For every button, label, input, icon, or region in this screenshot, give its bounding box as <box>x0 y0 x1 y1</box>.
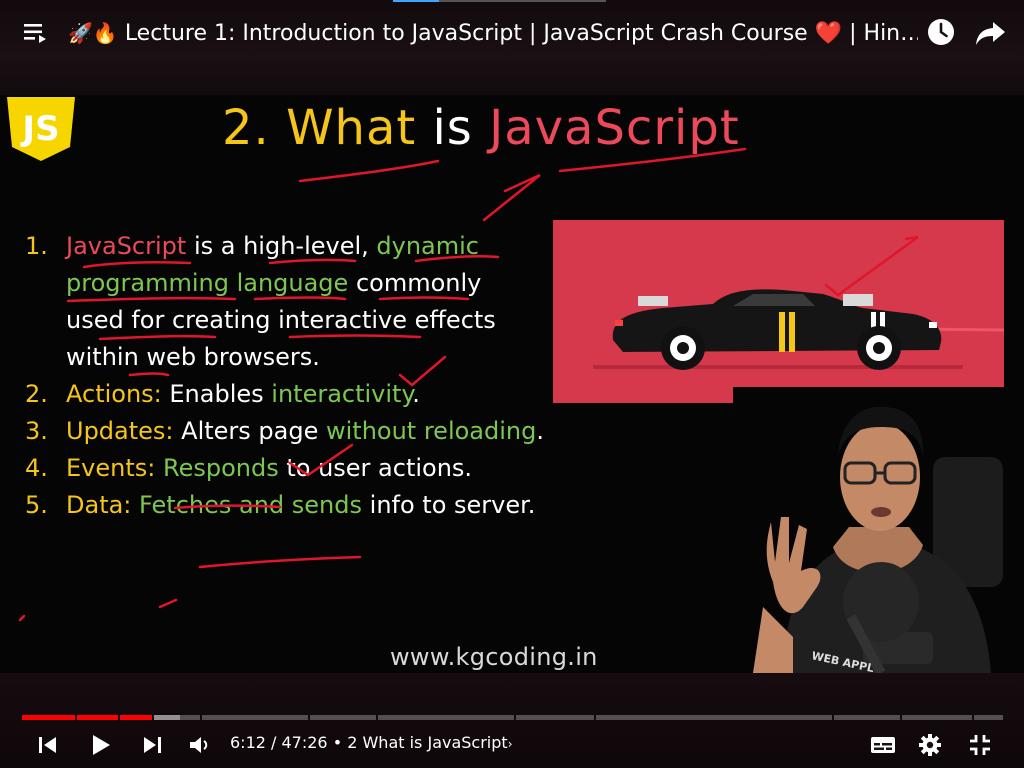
point-text: JavaScript is a high-level, dynamic prog… <box>66 232 496 371</box>
time-display[interactable]: 6:12 / 47:26 • 2 What is JavaScript› <box>230 731 513 756</box>
presenter-webcam: WEB APPL <box>733 387 1024 673</box>
chevron-right-icon[interactable]: › <box>508 737 513 751</box>
video-title[interactable]: 🚀🔥 Lecture 1: Introduction to JavaScript… <box>68 16 918 50</box>
chapter-segment[interactable] <box>77 715 118 720</box>
volume-icon[interactable] <box>188 733 210 757</box>
point-number: 2. <box>25 380 48 408</box>
chapter-segment[interactable] <box>516 715 594 720</box>
javascript-logo: JS <box>7 97 75 161</box>
title-suffix: | Hin… <box>849 21 918 46</box>
sports-car-image <box>593 289 1004 370</box>
playlist-icon[interactable] <box>24 22 50 44</box>
slide-title: 2. What is JavaScript <box>222 100 740 156</box>
point-number: 5. <box>25 491 48 519</box>
slide-title-javascript: JavaScript <box>489 100 740 156</box>
exit-fullscreen-icon[interactable] <box>968 733 992 757</box>
chapter-segment[interactable] <box>120 715 152 720</box>
slide-title-number: 2. <box>222 100 270 156</box>
next-icon[interactable] <box>142 733 162 757</box>
title-main: Lecture 1: Introduction to JavaScript | … <box>124 21 808 46</box>
slide-title-is: is <box>432 100 473 156</box>
slide-point: 4. Events: Responds to user actions. <box>25 450 545 487</box>
car-illustration <box>553 220 1004 403</box>
top-accent-highlight <box>393 0 439 2</box>
subtitles-icon[interactable] <box>870 733 896 757</box>
chapter-title[interactable]: 2 What is JavaScript <box>347 733 507 752</box>
point-number: 4. <box>25 454 48 482</box>
point-text: Updates: Alters page without reloading. <box>66 417 544 445</box>
video-top-bar: 🚀🔥 Lecture 1: Introduction to JavaScript… <box>0 0 1024 95</box>
title-heart: ❤️ <box>814 21 843 46</box>
point-text: Data: Fetches and sends info to server. <box>66 491 536 519</box>
chapter-segment[interactable] <box>180 715 200 720</box>
chapter-segment[interactable] <box>902 715 972 720</box>
player-controls: 6:12 / 47:26 • 2 What is JavaScript› <box>0 673 1024 768</box>
previous-icon[interactable] <box>38 733 58 757</box>
point-text: Actions: Enables interactivity. <box>66 380 420 408</box>
point-text: Events: Responds to user actions. <box>66 454 473 482</box>
website-watermark: www.kgcoding.in <box>390 643 598 671</box>
point-number: 1. <box>25 232 48 260</box>
slide-point-list: 1. JavaScript is a high-level, dynamic p… <box>25 228 545 524</box>
chapter-segment[interactable] <box>974 715 1003 720</box>
chapter-segment[interactable] <box>22 715 75 720</box>
current-time: 6:12 <box>230 733 266 752</box>
play-icon[interactable] <box>90 733 112 757</box>
chapter-segment[interactable] <box>596 715 832 720</box>
slide-point: 3. Updates: Alters page without reloadin… <box>25 413 545 450</box>
settings-gear-icon[interactable] <box>918 733 942 757</box>
title-emoji: 🚀🔥 <box>68 21 118 45</box>
slide-point: 2. Actions: Enables interactivity. <box>25 376 545 413</box>
chapter-segment[interactable] <box>834 715 900 720</box>
chapter-segment[interactable] <box>202 715 308 720</box>
progress-bar[interactable] <box>22 715 1003 721</box>
slide-point: 1. JavaScript is a high-level, dynamic p… <box>25 228 545 376</box>
point-number: 3. <box>25 417 48 445</box>
share-icon[interactable] <box>974 19 1006 47</box>
javascript-logo-text: JS <box>20 109 59 149</box>
slide-point: 5. Data: Fetches and sends info to serve… <box>25 487 545 524</box>
duration: 47:26 <box>281 733 328 752</box>
chapter-segment[interactable] <box>378 715 514 720</box>
chapter-segment[interactable] <box>154 715 180 720</box>
watch-later-icon[interactable] <box>926 17 956 47</box>
slide-title-what: What <box>286 100 417 156</box>
presenter-image: WEB APPL <box>733 387 1024 673</box>
chapter-segment[interactable] <box>310 715 376 720</box>
video-frame[interactable]: JS 2. What is JavaScript 1. JavaScript i… <box>0 95 1024 673</box>
